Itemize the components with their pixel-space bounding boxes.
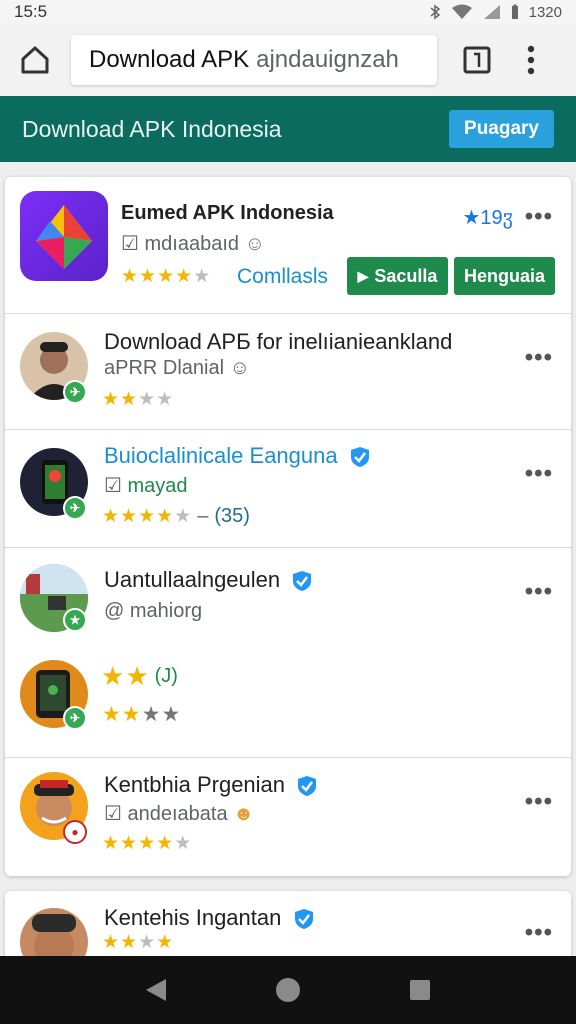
item-title[interactable]: Uantullaalngeulen: [104, 567, 312, 593]
overflow-menu-button[interactable]: [513, 38, 549, 82]
emoji-icon: ☺: [244, 233, 265, 255]
home-icon: [21, 46, 49, 74]
back-button[interactable]: [136, 970, 176, 1010]
emoji-icon: ☻: [233, 803, 255, 825]
circle-home-icon: [276, 978, 300, 1002]
emoji-icon: ☺: [229, 357, 251, 379]
item-rating-top: ★ ★ (J): [101, 663, 178, 689]
battery-level: 1320: [528, 3, 562, 21]
item-rating-stars: ★ ★ ★ ★ ★: [102, 506, 192, 527]
rating-count: (35): [214, 505, 250, 527]
featured-link[interactable]: Comllasls: [237, 265, 328, 289]
app-list-card-2: Kentehis Ingantan ★ ★ ★ ★ •••: [5, 891, 571, 966]
featured-rating-count: ★19ჳ: [462, 206, 513, 229]
tabs-button[interactable]: [455, 38, 499, 82]
url-bar[interactable]: Download APK ajndauignzah: [71, 35, 437, 85]
list-item[interactable]: ★ Uantullaalngeulen @ mahiorg ••• ✈ ★ ★ (…: [5, 548, 571, 757]
system-nav-bar: [0, 956, 576, 1024]
verified-icon: [293, 571, 312, 592]
item-rating-stars: ★ ★ ★ ★: [102, 932, 174, 953]
featured-app-row[interactable]: Eumed APK Indonesia ☑ mdıaabaıd ☺ ★ ★ ★ ★ ★ …: [5, 177, 571, 313]
primary-button-label: Saculla: [374, 265, 438, 286]
featured-app-developer: ☑ mdıaabaıd ☺: [121, 231, 265, 256]
item-title-text: Kentehis Ingantan: [104, 905, 282, 930]
app-list-card: Eumed APK Indonesia ☑ mdıaabaıd ☺ ★ ★ ★ ★ ★ …: [5, 177, 571, 876]
signal-icon: [483, 4, 501, 20]
site-header: Download APK Indonesia Puagary: [0, 96, 576, 162]
checkbox-icon: ☑: [104, 475, 122, 497]
badge-icon: ●: [63, 820, 87, 844]
verified-icon: [350, 447, 369, 468]
item-subtitle: ☑ andeıabata ☻: [104, 801, 254, 826]
status-time: 15:5: [14, 2, 48, 21]
item-subtitle-text: aPRR Dlanial: [104, 357, 225, 379]
item-subtitle: @ mahiorg: [104, 600, 203, 622]
item-title-text: Buioclalinicale Eanguna: [104, 443, 338, 468]
item-rating: ★ ★ ★ ★ ★ – (35): [102, 505, 250, 528]
featured-developer-text: ☑ mdıaabaıd: [121, 233, 239, 255]
browser-toolbar: Download APK ajndauignzah: [0, 24, 576, 96]
list-item[interactable]: Kentehis Ingantan ★ ★ ★ ★ •••: [5, 891, 571, 966]
home-nav-button[interactable]: [268, 970, 308, 1010]
item-subtitle-text: andeıabata: [127, 803, 228, 825]
more-icon[interactable]: •••: [525, 580, 553, 604]
badge-icon: ✈: [63, 496, 87, 520]
checkbox-icon: ☑: [104, 803, 122, 825]
item-subtitle: aPRR Dlanial ☺: [104, 357, 250, 380]
battery-icon: [511, 4, 519, 20]
item-title[interactable]: Kentehis Ingantan: [104, 905, 314, 931]
list-item[interactable]: ✈ Buioclalinicale Eanguna ☑ mayad ★ ★ ★ ★ ★ …: [5, 430, 571, 547]
site-title: Download APK Indonesia: [22, 115, 282, 142]
home-button[interactable]: [9, 34, 61, 86]
item-subtitle: ☑ mayad: [104, 473, 188, 498]
play-icon: ▶: [357, 267, 369, 284]
featured-app-title[interactable]: Eumed APK Indonesia: [121, 202, 334, 225]
more-icon[interactable]: •••: [525, 203, 553, 231]
badge-icon: ★: [63, 608, 87, 632]
rating-dash: –: [197, 505, 209, 527]
item-title[interactable]: Buioclalinicale Eanguna: [104, 443, 370, 469]
back-icon: [146, 979, 166, 1001]
verified-icon: [298, 776, 317, 797]
item-subtitle-text: mayad: [127, 475, 188, 497]
bluetooth-icon: [429, 4, 441, 20]
item-title-text: Kentbhia Prgenian: [104, 772, 286, 797]
more-icon[interactable]: •••: [525, 346, 553, 370]
item-title-text: Uantullaalngeulen: [104, 567, 281, 592]
verified-icon: [294, 909, 313, 930]
item-title[interactable]: Download APƂ for inelıianieankland: [104, 329, 452, 355]
item-rating-stars: ★ ★ ★ ★ ★: [102, 833, 192, 854]
tabs-icon: [463, 46, 491, 74]
more-icon[interactable]: •••: [525, 790, 553, 814]
item-rating-stars: ★ ★: [101, 661, 149, 691]
list-item[interactable]: ✈ Download APƂ for inelıianieankland aPR…: [5, 314, 571, 429]
more-icon[interactable]: •••: [525, 921, 553, 945]
recents-button[interactable]: [400, 970, 440, 1010]
square-recents-icon: [410, 980, 430, 1000]
header-action-button[interactable]: Puagary: [449, 110, 554, 148]
badge-icon: ✈: [63, 706, 87, 730]
list-item[interactable]: ● Kentbhia Prgenian ☑ andeıabata ☻ ★ ★ ★ ★ ★…: [5, 758, 571, 876]
rating-count: (J): [154, 664, 178, 687]
badge-icon: ✈: [63, 380, 87, 404]
app-icon: [20, 191, 108, 281]
url-domain: Download APK: [89, 46, 250, 73]
more-icon[interactable]: •••: [525, 462, 553, 486]
more-vert-icon: [527, 45, 535, 75]
status-icons: 1320: [429, 4, 562, 21]
featured-primary-button[interactable]: ▶ Saculla: [347, 257, 448, 295]
item-rating-stars: ★ ★ ★ ★: [102, 389, 174, 410]
featured-rating-stars: ★ ★ ★ ★ ★: [121, 266, 211, 287]
featured-secondary-button[interactable]: Henguaia: [454, 257, 555, 295]
item-rating-stars: ★ ★ ★ ★: [102, 703, 181, 726]
wifi-icon: [451, 4, 473, 20]
status-bar: 15:5 1320: [0, 0, 576, 24]
item-title[interactable]: Kentbhia Prgenian: [104, 772, 317, 798]
url-path: ajndauignzah: [256, 46, 399, 73]
